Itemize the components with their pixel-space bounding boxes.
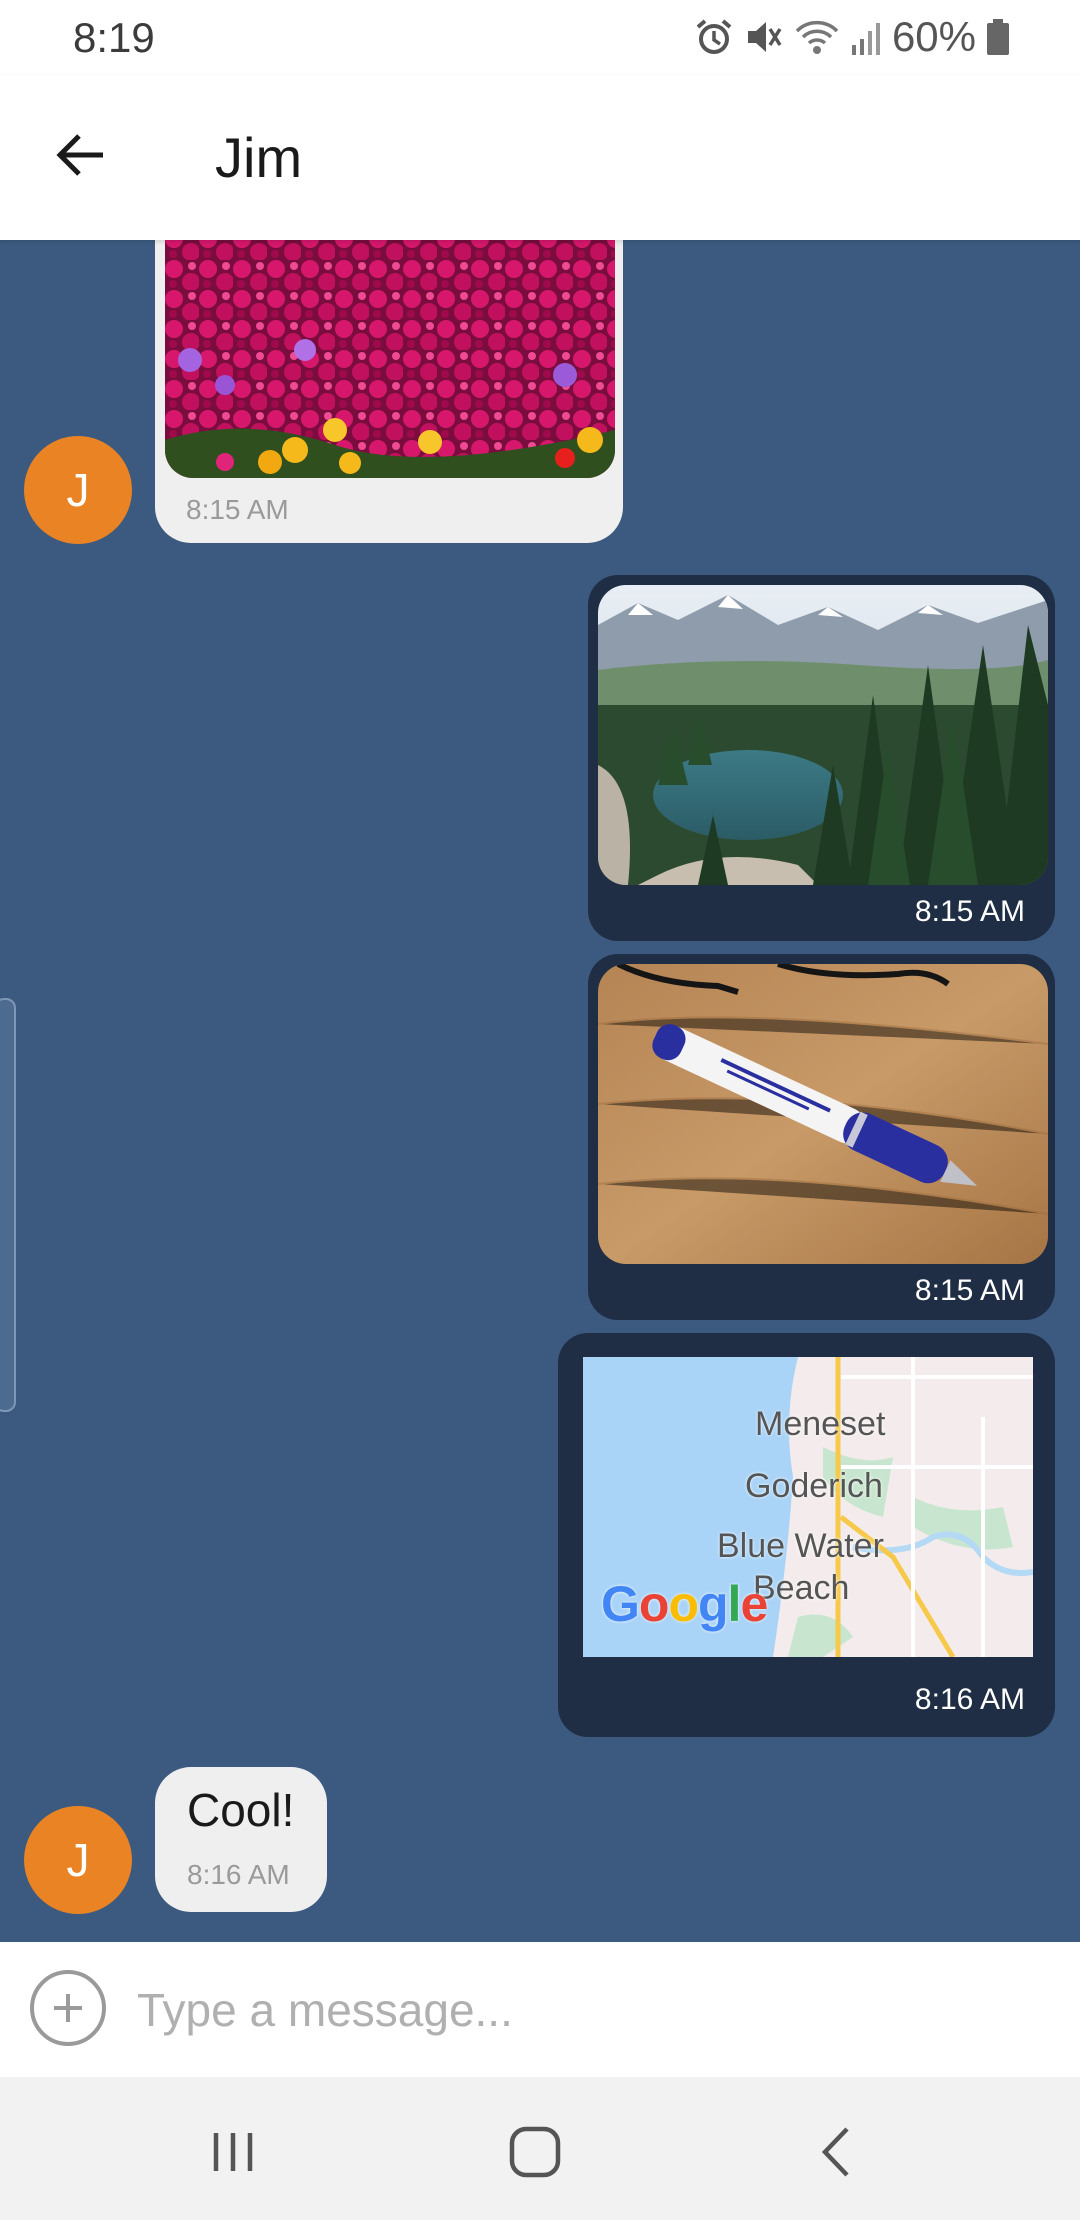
- status-icons: 60%: [694, 12, 1010, 62]
- message-image[interactable]: [598, 964, 1048, 1264]
- message-text: Cool!: [187, 1784, 295, 1836]
- mute-icon: [744, 17, 784, 57]
- incoming-image-message[interactable]: 8:15 AM: [155, 240, 623, 543]
- message-image[interactable]: [598, 585, 1048, 885]
- message-input[interactable]: [135, 1974, 1039, 2046]
- battery-text: 60%: [891, 13, 976, 60]
- message-timestamp: 8:16 AM: [914, 1683, 1025, 1716]
- recent-apps-button[interactable]: [193, 2117, 273, 2187]
- back-button[interactable]: [40, 115, 120, 195]
- outgoing-image-message[interactable]: 8:15 AM: [588, 954, 1055, 1320]
- status-bar: 8:19 60%: [0, 0, 1080, 75]
- home-icon: [509, 2126, 561, 2178]
- home-button[interactable]: [495, 2117, 575, 2187]
- signal-icon: [850, 17, 882, 57]
- map-place-label: Meneset: [755, 1405, 886, 1443]
- nav-back-icon: [821, 2127, 849, 2177]
- contact-avatar[interactable]: J: [24, 436, 132, 544]
- wifi-icon: [794, 17, 840, 57]
- alarm-icon: [694, 17, 734, 57]
- outgoing-location-message[interactable]: Meneset Goderich Blue Water Beach Google…: [558, 1333, 1055, 1737]
- contact-avatar[interactable]: J: [24, 1806, 132, 1914]
- message-timestamp: 8:15 AM: [914, 895, 1025, 928]
- recent-apps-icon: [213, 2133, 253, 2171]
- location-map[interactable]: Meneset Goderich Blue Water Beach Google: [583, 1357, 1033, 1657]
- message-list[interactable]: 8:15 AM J 8:15 AM 8:15 AM Meneset Goderi…: [0, 240, 1080, 1942]
- battery-icon: [986, 17, 1010, 57]
- message-timestamp: 8:16 AM: [187, 1859, 290, 1890]
- add-icon: [54, 1994, 82, 2022]
- conversation-title: Jim: [215, 126, 303, 189]
- edge-panel-handle[interactable]: [0, 998, 16, 1412]
- nav-back-button[interactable]: [797, 2117, 877, 2187]
- message-timestamp: 8:15 AM: [186, 494, 289, 525]
- incoming-text-message[interactable]: Cool! 8:16 AM: [155, 1767, 327, 1912]
- map-place-label: Goderich: [745, 1467, 883, 1505]
- map-place-label: Beach: [753, 1569, 850, 1607]
- status-time: 8:19: [73, 14, 155, 61]
- message-composer: [0, 1942, 1080, 2077]
- message-timestamp: 8:15 AM: [914, 1274, 1025, 1307]
- add-attachment-button[interactable]: [30, 1970, 106, 2046]
- outgoing-image-message[interactable]: 8:15 AM: [588, 575, 1055, 941]
- system-nav-bar: [0, 2077, 1080, 2220]
- map-place-label: Blue Water: [717, 1527, 884, 1565]
- google-logo: Google: [601, 1576, 768, 1632]
- message-image[interactable]: [165, 240, 615, 478]
- app-header: Jim: [0, 75, 1080, 240]
- back-arrow-icon: [56, 134, 103, 176]
